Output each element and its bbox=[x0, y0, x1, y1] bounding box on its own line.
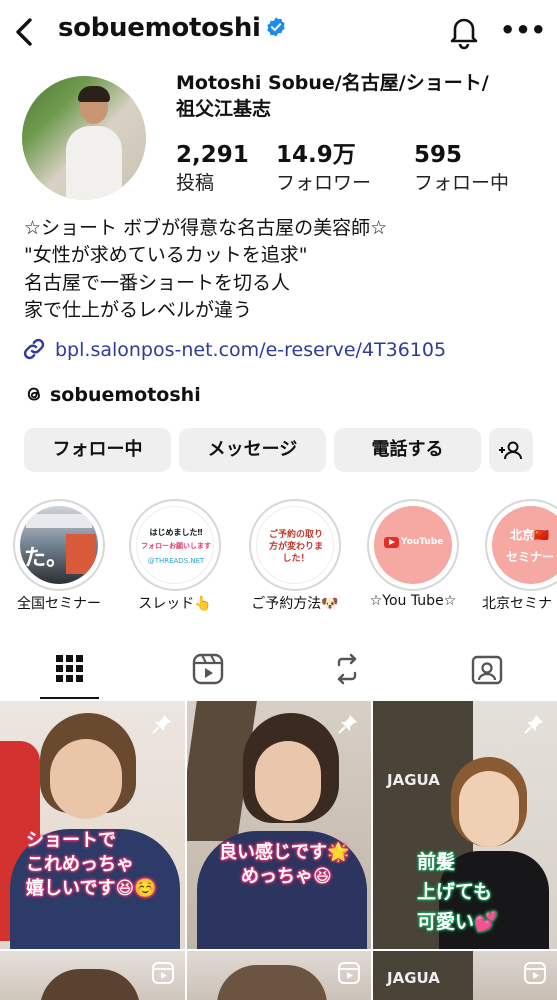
verified-badge-icon bbox=[266, 17, 285, 37]
profile-tabs bbox=[0, 644, 557, 700]
highlight-cover: はじめました‼ フォローお願いします @THREADS.NET bbox=[136, 506, 214, 584]
threads-icon bbox=[27, 387, 40, 401]
highlight-cover: YouTube bbox=[374, 506, 452, 584]
reels-tab-icon[interactable] bbox=[191, 652, 225, 686]
post-caption: 前髪 上げても 可愛い💕 bbox=[417, 851, 498, 933]
highlight-cover: 北京🇨🇳 セミナー bbox=[492, 506, 557, 584]
more-options-icon[interactable]: ••• bbox=[500, 18, 546, 46]
highlight-label: 全国セミナー bbox=[17, 596, 101, 612]
pin-icon bbox=[524, 715, 543, 734]
call-button[interactable]: 電話する bbox=[334, 428, 481, 472]
post-caption: 良い感じです🌟 めっちゃ😆 bbox=[219, 842, 350, 887]
highlight-label: スレッド👆 bbox=[138, 596, 212, 612]
reel-icon bbox=[524, 962, 546, 984]
youtube-icon bbox=[384, 537, 399, 548]
highlight-label: ご予約方法🐶 bbox=[251, 596, 339, 612]
highlight-cover: ご予約の取り方が変わりました！ bbox=[256, 506, 334, 584]
back-arrow-icon[interactable] bbox=[10, 14, 40, 50]
threads-handle: sobuemotoshi bbox=[50, 384, 201, 406]
link-icon bbox=[23, 338, 45, 360]
highlight-cover: た。 bbox=[20, 506, 98, 584]
post-caption: ショートで これめっちゃ 嬉しいです😆☺️ bbox=[26, 830, 157, 899]
pin-icon bbox=[338, 715, 357, 734]
followers-count[interactable]: 14.9万 フォロワー bbox=[276, 141, 371, 197]
active-tab-indicator bbox=[40, 697, 99, 699]
profile-full-name: Motoshi Sobue/名古屋/ショート/ 祖父江基志 bbox=[176, 72, 489, 120]
highlight-label: 北京セミナ bbox=[482, 596, 552, 612]
pin-icon bbox=[152, 715, 171, 734]
post-tile[interactable]: ショートで これめっちゃ 嬉しいです😆☺️ bbox=[0, 701, 185, 949]
following-count[interactable]: 595 フォロー中 bbox=[414, 141, 509, 197]
profile-username-title: sobuemotoshi bbox=[58, 13, 287, 43]
profile-link-text[interactable]: bpl.salonpos-net.com/e-reserve/4T36105 bbox=[55, 339, 446, 361]
add-person-icon bbox=[499, 441, 522, 460]
reposts-tab-icon[interactable] bbox=[330, 652, 364, 686]
tagged-tab-icon[interactable] bbox=[470, 652, 504, 686]
message-button[interactable]: メッセージ bbox=[179, 428, 326, 472]
grid-tab-icon[interactable] bbox=[53, 652, 87, 686]
profile-avatar[interactable] bbox=[22, 76, 146, 200]
post-tile[interactable]: JAGUA 前髪 上げても 可愛い💕 bbox=[373, 701, 557, 949]
bell-icon[interactable] bbox=[447, 14, 481, 50]
highlight-label: ☆You Tube☆ bbox=[369, 593, 457, 609]
suggested-users-button[interactable] bbox=[489, 428, 533, 472]
post-tile[interactable] bbox=[187, 951, 371, 1000]
username-text: sobuemotoshi bbox=[58, 13, 261, 43]
reel-icon bbox=[338, 962, 360, 984]
top-bar: sobuemotoshi ••• bbox=[0, 0, 557, 66]
posts-count[interactable]: 2,291 投稿 bbox=[176, 141, 249, 197]
threads-badge[interactable]: sobuemotoshi bbox=[24, 384, 201, 406]
post-tile[interactable]: JAGUA bbox=[373, 951, 557, 1000]
post-tile[interactable]: 良い感じです🌟 めっちゃ😆 bbox=[187, 701, 371, 949]
profile-link[interactable]: bpl.salonpos-net.com/e-reserve/4T36105 bbox=[22, 337, 446, 367]
following-button[interactable]: フォロー中 bbox=[24, 428, 171, 472]
reel-icon bbox=[152, 962, 174, 984]
profile-bio: ☆ショート ボブが得意な名古屋の美容師☆ "女性が求めているカットを追求" 名古… bbox=[24, 217, 388, 321]
post-tile[interactable] bbox=[0, 951, 185, 1000]
